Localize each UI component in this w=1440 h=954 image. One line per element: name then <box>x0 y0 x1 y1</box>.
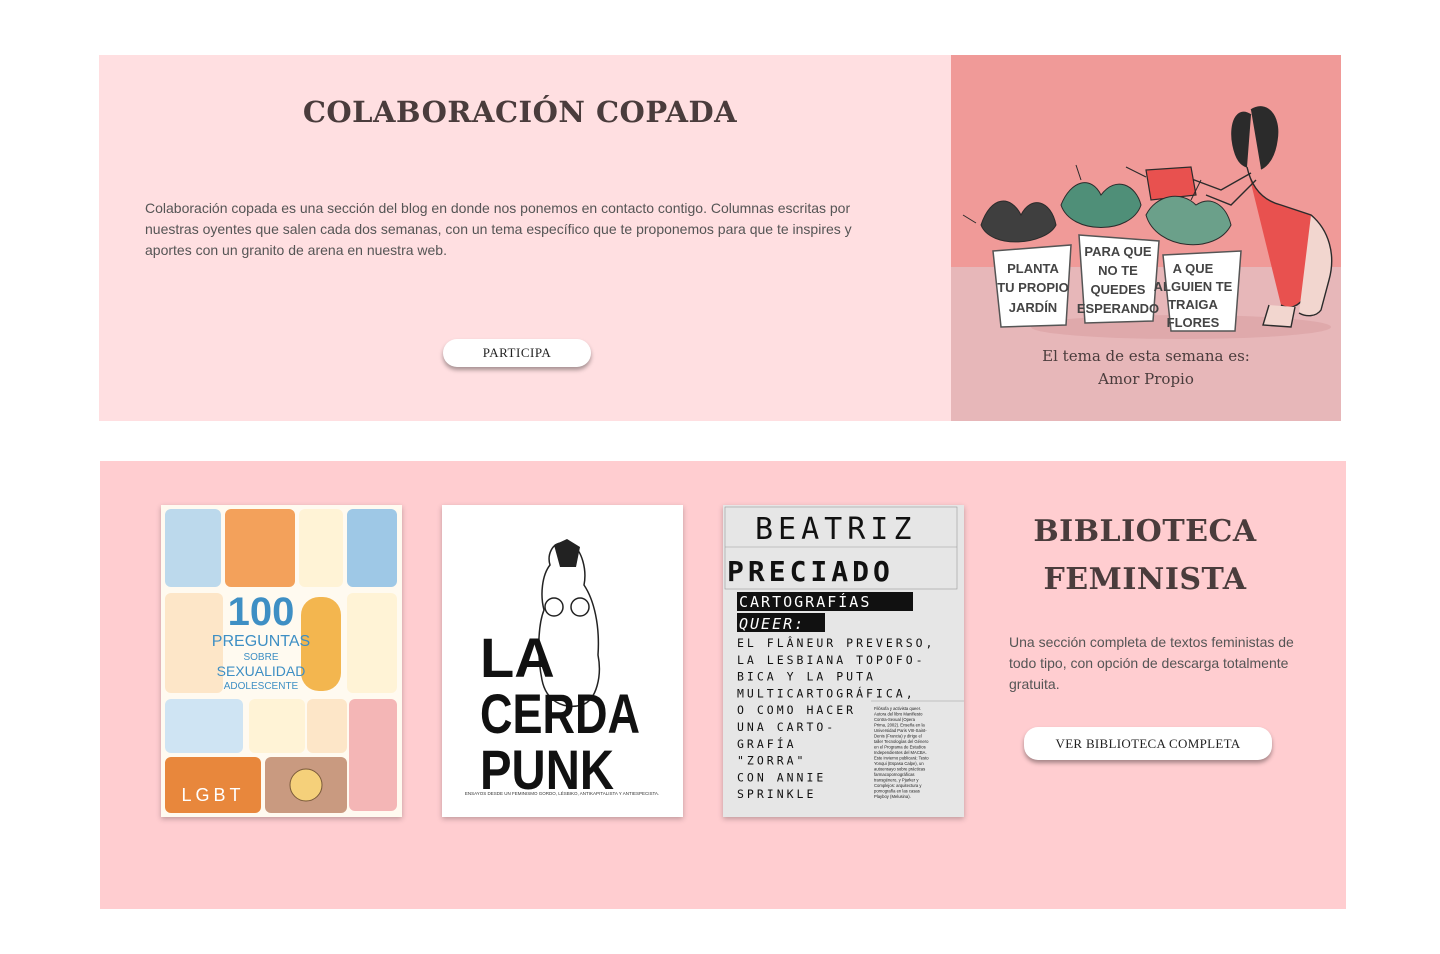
book3-line: SPRINKLE <box>737 787 816 801</box>
participa-button[interactable]: PARTICIPA <box>443 339 591 367</box>
book3-author2: PRECIADO <box>727 555 894 588</box>
colaboracion-title: COLABORACIÓN COPADA <box>302 95 738 129</box>
book-cover-la-cerda-punk[interactable]: LA CERDA PUNK ENSAYOS DESDE UN FEMINISMO… <box>442 505 683 817</box>
book-cover-art: BEATRIZ PRECIADO CARTOGRAFÍAS QUEER: EL … <box>723 505 964 817</box>
book-cover-cartografias-queer[interactable]: BEATRIZ PRECIADO CARTOGRAFÍAS QUEER: EL … <box>723 505 964 817</box>
book1-number: 100 <box>228 590 295 634</box>
biblioteca-section: 100 PREGUNTAS SOBRE SEXUALIDAD ADOLESCEN… <box>100 461 1346 909</box>
pot1-line2: TU PROPIO <box>997 280 1069 295</box>
book3-bio-line: Complejos: arquitectura y <box>874 783 922 788</box>
pot2-line1: PARA QUE <box>1084 244 1152 259</box>
book3-bio-line: Yonqui (Espasa Calpe), un <box>874 761 924 766</box>
colaboracion-section: COLABORACIÓN COPADA Colaboración copada … <box>99 55 1341 421</box>
biblioteca-title-line1: BIBLIOTECA <box>1033 514 1257 549</box>
book2-subtitle: ENSAYOS DESDE UN FEMINISMO GORDO, LÉSBIK… <box>465 790 659 796</box>
book3-bio-line: pornografía en las casas <box>874 789 920 794</box>
book3-bio-line: Prima, 2002). Enseña en la <box>874 723 925 728</box>
pot1-line3: JARDÍN <box>1009 300 1057 315</box>
book-cover-art: 100 PREGUNTAS SOBRE SEXUALIDAD ADOLESCEN… <box>161 505 402 817</box>
book3-bio-line: Contra-Sexual (Opera <box>874 717 916 722</box>
book-cover-art: LA CERDA PUNK ENSAYOS DESDE UN FEMINISMO… <box>442 505 683 817</box>
book2-line1: LA <box>480 626 555 689</box>
book3-bio-line: Universidad Paris VIII-Saint- <box>874 728 927 733</box>
book3-line: LA LESBIANA TOPOFO- <box>737 653 926 667</box>
colaboracion-description: Colaboración copada es una sección del b… <box>145 200 852 258</box>
weekly-theme-value: Amor Propio <box>1098 370 1194 388</box>
pot3-line2: ALGUIEN TE <box>1154 279 1233 294</box>
pot1-line1: PLANTA <box>1007 261 1059 276</box>
book3-bio-line: transgénero, y Pjarker y <box>874 778 919 783</box>
book3-line: O COMO HACER <box>737 703 856 717</box>
book2-line2: CERDA <box>480 682 640 745</box>
book3-bio-line: Este invierno publicará: Testo <box>874 756 929 761</box>
book3-bio-line: Playboy (Melusina). <box>874 794 911 799</box>
book1-line2: SOBRE <box>243 652 278 663</box>
book3-line: UNA CARTO- <box>737 720 836 734</box>
book1-footer: LGBT <box>181 785 244 805</box>
book3-bio-line: Autora del libro Manifiesto <box>874 712 923 717</box>
book3-line: BICA Y LA PUTA <box>737 670 876 684</box>
book3-title1: CARTOGRAFÍAS <box>739 592 871 611</box>
biblioteca-title-line2: FEMINISTA <box>1043 562 1247 597</box>
biblioteca-title: BIBLIOTECA FEMINISTA <box>1008 508 1282 604</box>
book3-bio-line: Filósofa y activista queer. <box>874 706 921 711</box>
pot3-line4: FLORES <box>1167 315 1220 330</box>
pot2-line2: NO TE <box>1098 263 1138 278</box>
biblioteca-description: Una sección completa de textos feminista… <box>1009 634 1294 692</box>
book1-line3: SEXUALIDAD <box>217 663 306 679</box>
book1-line1: PREGUNTAS <box>212 633 310 650</box>
book3-bio-line: taller Tecnologías del Género <box>874 739 929 744</box>
weekly-theme-label: El tema de esta semana es: <box>1042 347 1250 365</box>
pot2-line3: QUEDES <box>1091 282 1146 297</box>
book3-bio-line: en el Programa de Estudios <box>874 745 926 750</box>
weekly-theme-illustration: PLANTA TU PROPIO JARDÍN PARA QUE NO TE Q… <box>951 55 1341 421</box>
book3-bio-line: Denis (Francia) y dirige el <box>874 734 922 739</box>
pot3-line1: A QUE <box>1173 261 1214 276</box>
book-cover-100-preguntas[interactable]: 100 PREGUNTAS SOBRE SEXUALIDAD ADOLESCEN… <box>161 505 402 817</box>
book3-bio-line: autoensayo sobre prácticas <box>874 767 925 772</box>
book3-author1: BEATRIZ <box>755 512 916 547</box>
book3-line: "ZORRA" <box>737 754 806 768</box>
ver-biblioteca-button[interactable]: VER BIBLIOTECA COMPLETA <box>1024 727 1272 760</box>
book3-bio-line: Independientes del MACBA. <box>874 750 927 755</box>
book3-line: MULTICARTOGRÁFICA, <box>737 685 916 700</box>
weekly-theme: El tema de esta semana es: Amor Propio <box>951 345 1341 391</box>
pot2-line4: ESPERANDO <box>1077 301 1159 316</box>
book3-line: EL FLÂNEUR PREVERSO, <box>737 635 935 650</box>
book3-line: CON ANNIE <box>737 770 826 784</box>
pot3-line3: TRAIGA <box>1168 297 1218 312</box>
book1-line4: ADOLESCENTE <box>224 681 299 692</box>
book3-line: GRAFÍA <box>737 736 797 751</box>
book3-bio-line: farmacopornográficas <box>874 772 915 777</box>
book3-title2: QUEER: <box>739 615 805 633</box>
